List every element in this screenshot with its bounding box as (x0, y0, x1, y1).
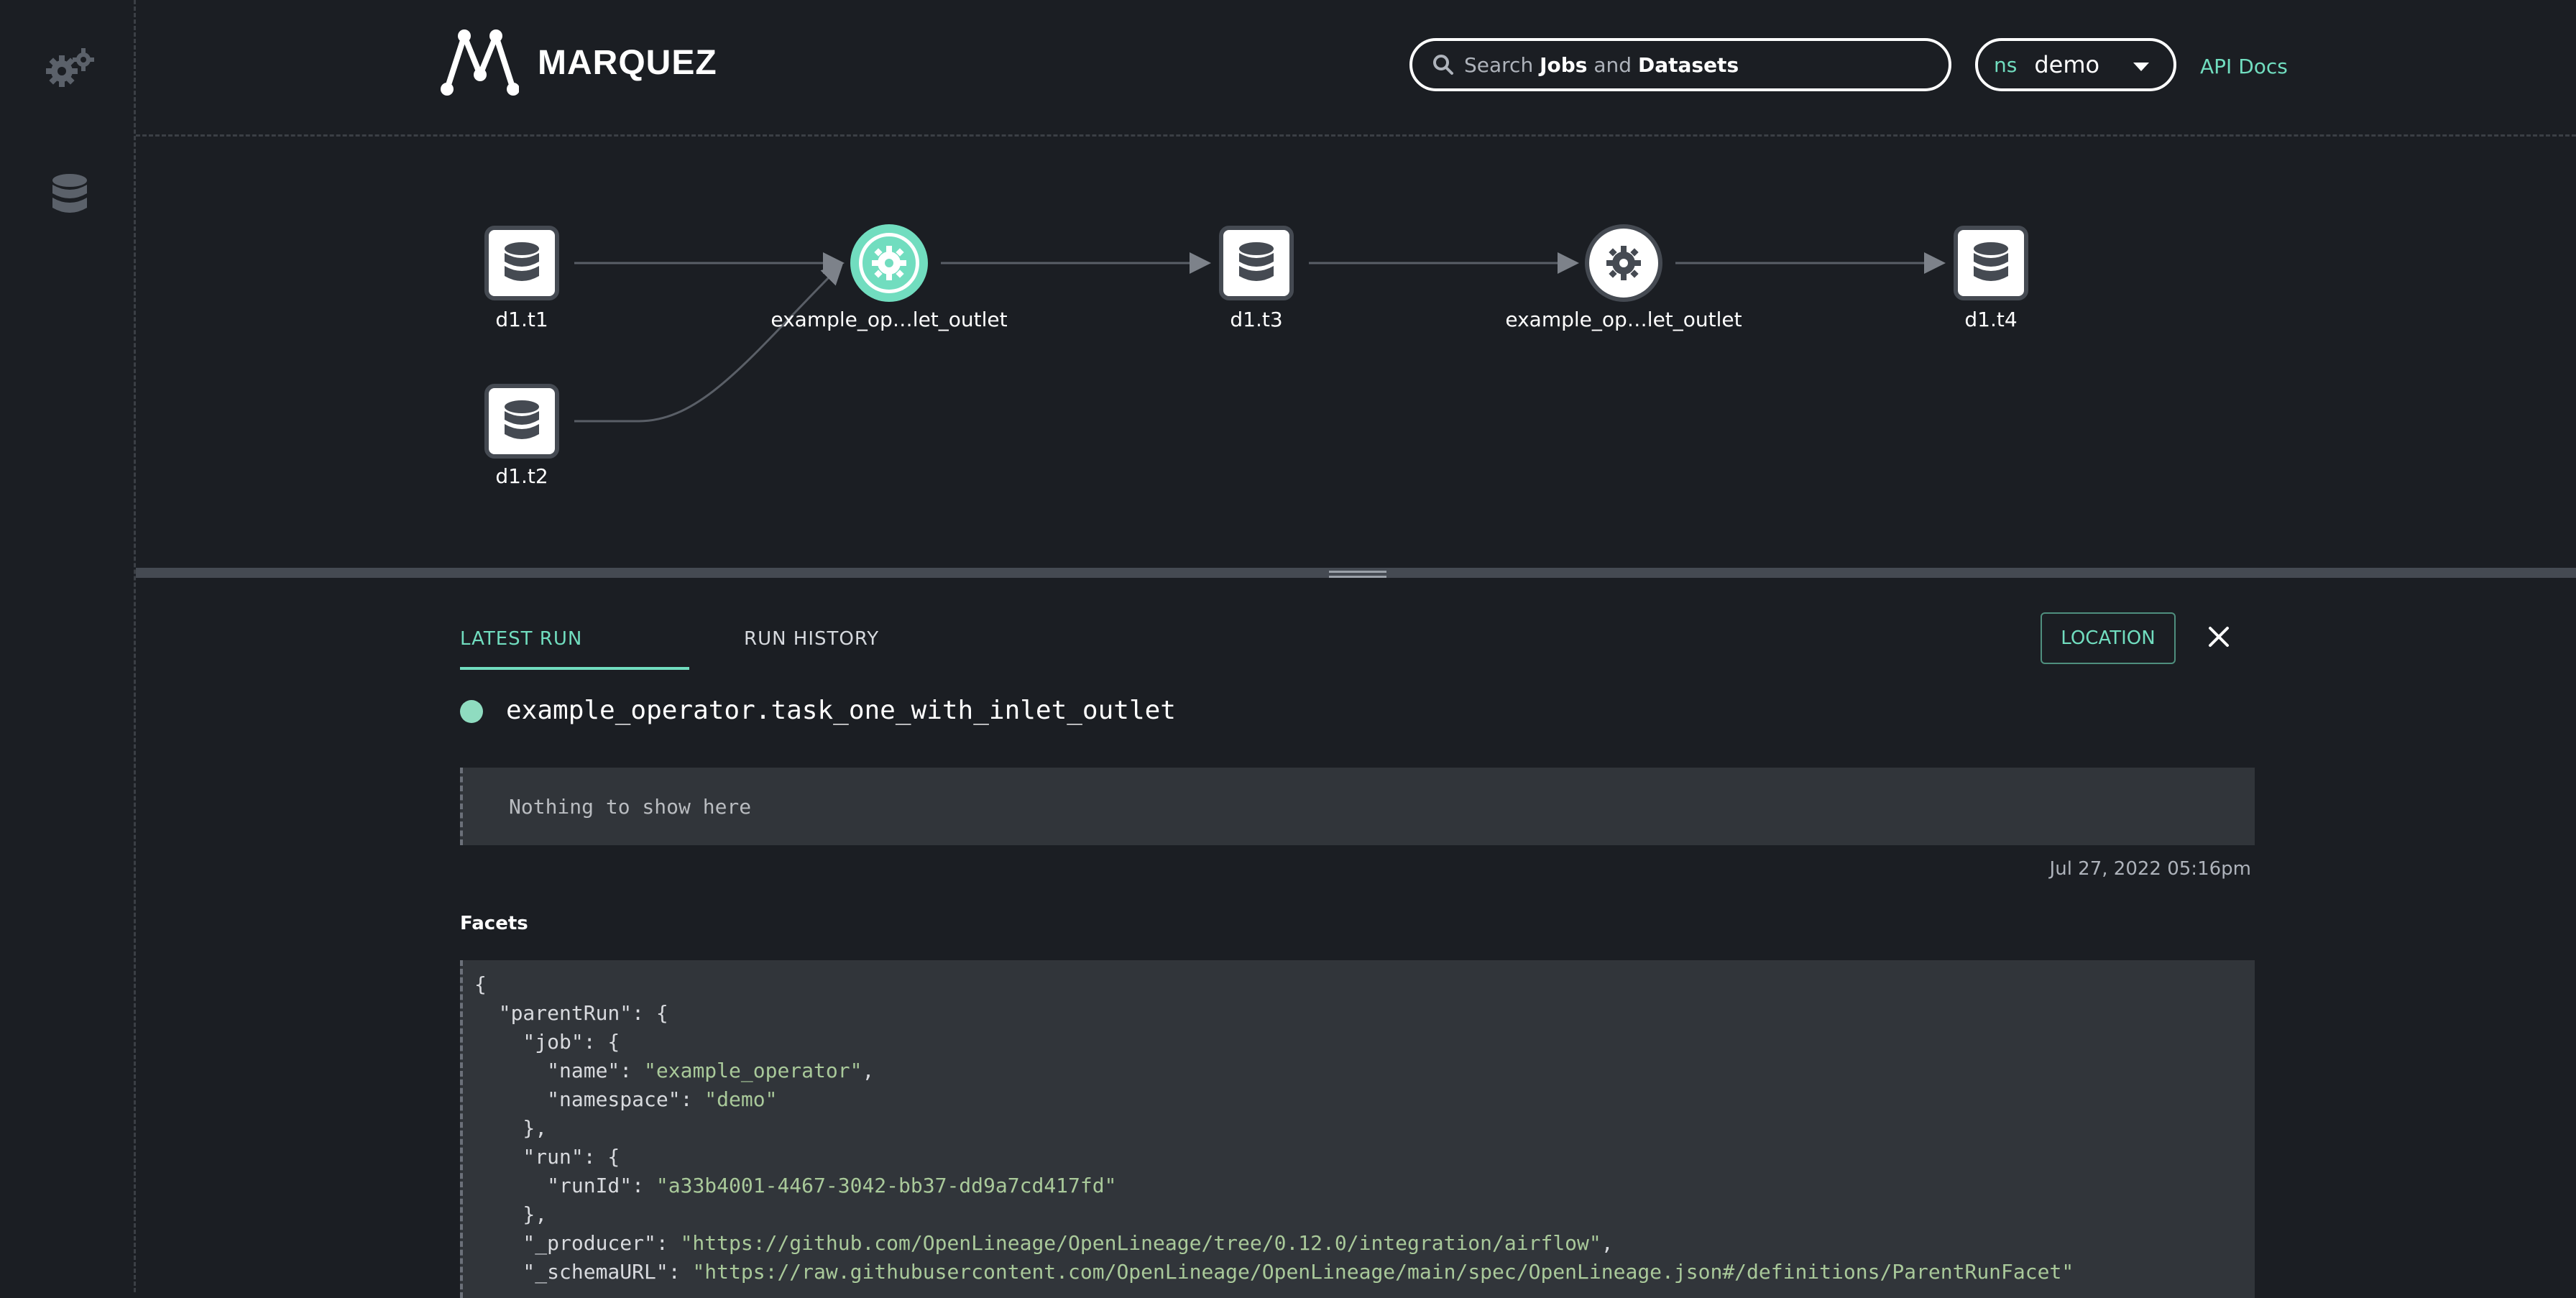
database-icon (1239, 242, 1274, 281)
dataset-node-d1-t1[interactable] (484, 226, 559, 300)
code-line: "namespace": "demo" (474, 1087, 778, 1111)
gear-icon (1606, 246, 1641, 280)
search-input[interactable]: Search Jobs and Datasets (1409, 38, 1951, 91)
node-label: d1.t3 (1230, 308, 1283, 331)
job-title: example_operator.task_one_with_inlet_out… (506, 696, 1176, 725)
namespace-value: demo (2034, 51, 2100, 78)
api-docs-link[interactable]: API Docs (2200, 55, 2288, 78)
code-line: }, (474, 1202, 548, 1226)
jobs-gears-icon[interactable] (45, 43, 95, 93)
code-line: "_producer": "https://github.com/OpenLin… (474, 1231, 1614, 1255)
namespace-label: ns (1994, 52, 2018, 77)
namespace-select[interactable]: ns demo (1975, 38, 2176, 91)
run-timestamp: Jul 27, 2022 05:16pm (2049, 858, 2251, 880)
database-icon (505, 242, 539, 281)
tab-latest-run[interactable]: LATEST RUN (460, 628, 582, 650)
database-icon (505, 400, 539, 439)
database-icon (1974, 242, 2008, 281)
facets-json-viewer[interactable]: { "parentRun": { "job": { "name": "examp… (460, 960, 2255, 1298)
caret-down-icon (2133, 63, 2149, 71)
dataset-node-d1-t3[interactable] (1219, 226, 1294, 300)
job-node-selected[interactable] (850, 224, 928, 302)
code-line: }, (474, 1116, 548, 1140)
tab-run-history[interactable]: RUN HISTORY (744, 628, 879, 650)
search-icon (1433, 55, 1453, 75)
tab-indicator (460, 667, 689, 670)
location-button[interactable]: LOCATION (2041, 612, 2176, 664)
node-label: d1.t4 (1964, 308, 2018, 331)
empty-state: Nothing to show here (460, 768, 2255, 845)
graph-edges (574, 252, 1946, 423)
dataset-node-d1-t2[interactable] (484, 384, 559, 459)
code-line: "runId": "a33b4001-4467-3042-bb37-dd9a7c… (474, 1174, 1117, 1197)
run-status-indicator (460, 700, 483, 723)
job-node[interactable] (1585, 224, 1662, 302)
node-label: example_op…let_outlet (1505, 308, 1742, 331)
code-line: "name": "example_operator", (474, 1059, 875, 1082)
details-panel: LATEST RUN RUN HISTORY LOCATION example_… (136, 578, 2576, 1298)
code-line: { (474, 972, 487, 996)
lineage-graph[interactable]: d1.t1 d1.t2 example_op…let_outlet d1.t3 … (136, 137, 2576, 568)
code-line: "run": { (474, 1145, 620, 1169)
close-icon[interactable] (2204, 622, 2233, 651)
sidebar (0, 0, 136, 1292)
marquez-logo[interactable]: MARQUEZ (440, 29, 717, 96)
app-name: MARQUEZ (538, 43, 717, 82)
drag-handle-icon[interactable] (1329, 571, 1386, 578)
node-label: example_op…let_outlet (770, 308, 1008, 331)
node-label: d1.t2 (495, 464, 548, 488)
code-line: "_schemaURL": "https://raw.githubusercon… (474, 1260, 2074, 1284)
facets-heading: Facets (460, 913, 528, 934)
code-line: "parentRun": { (474, 1001, 668, 1025)
dataset-node-d1-t4[interactable] (1954, 226, 2028, 300)
marquez-logo-icon (441, 29, 519, 96)
search-placeholder: Search Jobs and Datasets (1464, 52, 1739, 77)
top-header: MARQUEZ Search Jobs and Datasets ns demo… (136, 0, 2576, 137)
code-line: "job": { (474, 1030, 620, 1054)
node-label: d1.t1 (495, 308, 548, 331)
datasets-database-icon[interactable] (45, 170, 95, 220)
edge-t2-job1 (574, 262, 844, 423)
gear-icon (872, 246, 906, 280)
